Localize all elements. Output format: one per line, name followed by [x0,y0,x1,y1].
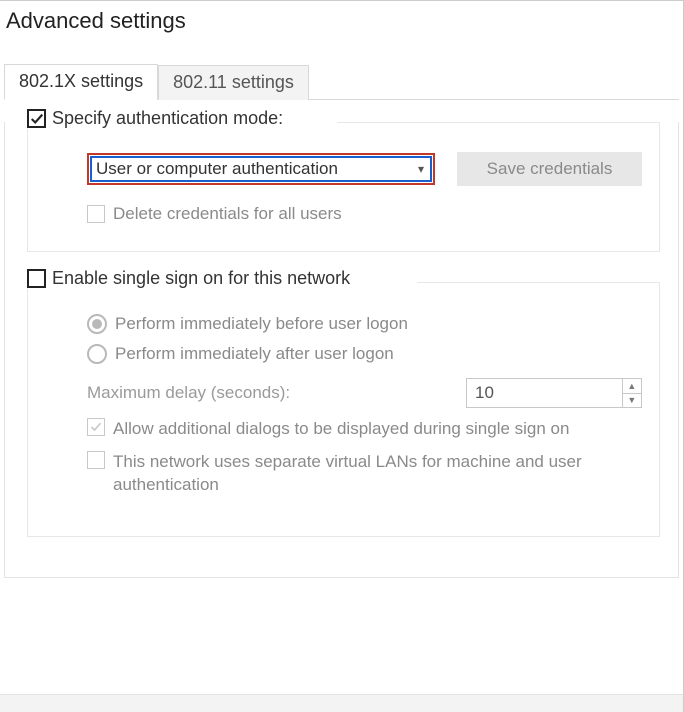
tab-8021x[interactable]: 802.1X settings [4,64,158,100]
separate-vlans-checkbox[interactable] [87,451,105,469]
enable-sso-label: Enable single sign on for this network [52,268,350,289]
radio-after-logon[interactable] [87,344,107,364]
max-delay-input[interactable] [467,383,622,403]
spin-up-icon[interactable]: ▲ [623,379,641,394]
specify-auth-mode-label: Specify authentication mode: [52,108,283,129]
auth-mode-dropdown[interactable]: User or computer authentication ▾ [87,153,435,185]
enable-sso-checkbox[interactable] [27,269,46,288]
spin-down-icon[interactable]: ▼ [623,394,641,408]
allow-dialogs-label: Allow additional dialogs to be displayed… [113,418,569,441]
radio-before-logon-label: Perform immediately before user logon [115,314,408,334]
sso-group: Enable single sign on for this network P… [27,282,660,537]
window-title: Advanced settings [0,1,683,34]
tab-80211[interactable]: 802.11 settings [158,65,309,100]
auth-mode-group: Specify authentication mode: User or com… [27,122,660,252]
max-delay-label: Maximum delay (seconds): [87,383,290,403]
save-credentials-button[interactable]: Save credentials [457,152,642,186]
delete-credentials-label: Delete credentials for all users [113,204,342,224]
chevron-down-icon: ▾ [418,162,424,176]
specify-auth-mode-checkbox[interactable] [27,109,46,128]
delete-credentials-checkbox[interactable] [87,205,105,223]
footer-strip [0,694,683,712]
tab-panel: Specify authentication mode: User or com… [4,122,679,578]
tab-strip: 802.1X settings 802.11 settings [4,62,679,100]
separate-vlans-label: This network uses separate virtual LANs … [113,451,613,497]
advanced-settings-window: Advanced settings 802.1X settings 802.11… [0,0,684,712]
allow-dialogs-checkbox[interactable] [87,418,105,436]
max-delay-spinbox[interactable]: ▲ ▼ [466,378,642,408]
radio-after-logon-label: Perform immediately after user logon [115,344,394,364]
radio-before-logon[interactable] [87,314,107,334]
auth-mode-value: User or computer authentication [96,159,338,179]
